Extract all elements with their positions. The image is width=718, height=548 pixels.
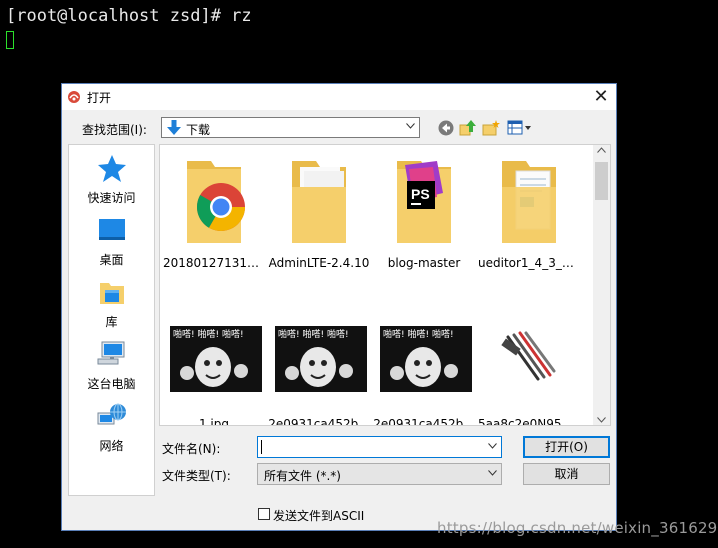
file-item-image[interactable]: 啪嗒! 啪嗒! 啪嗒! 1.jpg: [161, 321, 267, 426]
meme-caption: 啪嗒! 啪嗒! 啪嗒!: [383, 328, 454, 340]
up-folder-icon[interactable]: [459, 119, 477, 137]
look-in-label: 查找范围(I):: [82, 123, 147, 137]
file-name: ueditor1_4_3_2-...: [478, 256, 582, 270]
ps-logo-text: PS: [411, 186, 430, 202]
file-item-image[interactable]: 啪嗒! 啪嗒! 啪嗒! 2e0931ca452b...: [266, 321, 372, 426]
app-icon: [68, 91, 80, 103]
file-item-folder[interactable]: AdminLTE-2.4.10: [266, 157, 372, 270]
chevron-up-icon[interactable]: [597, 147, 606, 153]
close-icon: ✕: [593, 86, 609, 107]
file-item-folder[interactable]: 2018012713130...: [161, 157, 267, 270]
dialog-title: 打开: [87, 91, 112, 105]
meme-caption: 啪嗒! 啪嗒! 啪嗒!: [173, 328, 244, 340]
file-name: blog-master: [387, 256, 461, 270]
product-thumbnail: [476, 321, 582, 411]
place-label: 快速访问: [87, 191, 136, 205]
folder-chrome-icon: [187, 161, 245, 243]
ascii-checkbox[interactable]: [258, 508, 270, 520]
file-item-folder[interactable]: PS blog-master: [371, 157, 477, 270]
place-this-pc[interactable]: 这台电脑: [69, 339, 154, 392]
back-icon[interactable]: [437, 119, 455, 137]
file-name: 2e0931ca452b...: [268, 417, 370, 426]
download-arrow-icon: [167, 120, 181, 135]
folder-icon: [292, 161, 346, 243]
file-type-select[interactable]: 所有文件 (*.*): [257, 463, 502, 485]
library-icon: [99, 283, 124, 304]
chevron-down-icon: [406, 123, 415, 129]
place-label: 这台电脑: [87, 377, 136, 391]
text-cursor: [261, 440, 262, 454]
look-in-select[interactable]: 下载: [161, 117, 420, 138]
chevron-down-icon[interactable]: [597, 417, 606, 423]
file-type-value: 所有文件 (*.*): [264, 469, 341, 483]
look-in-value: 下载: [186, 123, 211, 137]
star-icon: [97, 155, 126, 182]
place-libraries[interactable]: 库: [69, 277, 154, 330]
desktop-icon: [98, 219, 125, 240]
meme-caption: 啪嗒! 啪嗒! 啪嗒!: [278, 328, 349, 340]
new-folder-icon[interactable]: [482, 119, 500, 137]
open-button[interactable]: 打开(O): [523, 436, 610, 458]
place-desktop[interactable]: 桌面: [69, 215, 154, 268]
places-bar: 快速访问 桌面 库 这台电脑 网络: [68, 144, 155, 496]
folder-phpstorm-icon: PS: [397, 161, 451, 243]
meme-thumbnail: 啪嗒! 啪嗒! 啪嗒!: [266, 321, 372, 411]
file-name: 2018012713130...: [163, 256, 267, 270]
file-item-image[interactable]: 啪嗒! 啪嗒! 啪嗒! 2e0931ca452b...: [371, 321, 477, 426]
watermark: https://blog.csdn.net/weixin_36162966: [437, 519, 718, 537]
close-button[interactable]: ✕: [586, 84, 616, 110]
place-label: 网络: [99, 439, 124, 453]
dialog-titlebar[interactable]: 打开 ✕: [62, 84, 616, 110]
file-name: 5aa8c2e0N959...: [478, 417, 581, 426]
terminal-prompt: [root@localhost zsd]# rz: [6, 6, 252, 26]
place-label: 库: [105, 315, 118, 329]
file-name-label: 文件名(N):: [162, 442, 221, 456]
file-list[interactable]: 2018012713130... AdminLTE-2.4.10 PS blog…: [159, 144, 611, 426]
file-type-label: 文件类型(T):: [162, 469, 231, 483]
ascii-checkbox-label: 发送文件到ASCII: [273, 509, 365, 523]
terminal-cursor: [6, 31, 14, 49]
meme-thumbnail: 啪嗒! 啪嗒! 啪嗒!: [371, 321, 477, 411]
place-quick-access[interactable]: 快速访问: [69, 153, 154, 206]
network-icon: [97, 403, 126, 425]
vertical-scrollbar[interactable]: [593, 145, 610, 425]
place-network[interactable]: 网络: [69, 401, 154, 454]
folder-icon: [502, 161, 556, 243]
file-name: 2e0931ca452b...: [373, 417, 475, 426]
cancel-button[interactable]: 取消: [523, 463, 610, 485]
place-label: 桌面: [99, 253, 124, 267]
file-name: 1.jpg: [198, 417, 230, 426]
meme-thumbnail: 啪嗒! 啪嗒! 啪嗒!: [161, 321, 267, 411]
view-menu-icon[interactable]: [507, 119, 533, 137]
file-item-image[interactable]: 5aa8c2e0N959...: [476, 321, 582, 426]
open-file-dialog: 打开 ✕ 查找范围(I): 下载 快速访问 桌面 库 这台电脑 网络 20180…: [61, 83, 617, 531]
chevron-down-icon: [488, 470, 497, 476]
file-item-folder[interactable]: ueditor1_4_3_2-...: [476, 157, 582, 270]
file-name-input[interactable]: [257, 436, 502, 458]
scroll-thumb[interactable]: [595, 162, 608, 200]
chevron-down-icon[interactable]: [488, 443, 497, 449]
computer-icon: [97, 341, 124, 365]
file-name: AdminLTE-2.4.10: [268, 256, 370, 270]
